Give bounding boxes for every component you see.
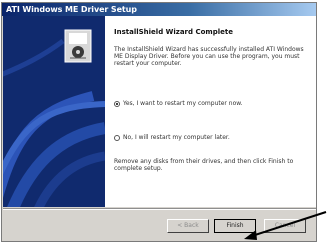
cancel-button[interactable]: Cancel: [264, 219, 306, 233]
wizard-message: The InstallShield Wizard has successfull…: [114, 46, 304, 67]
finish-button[interactable]: Finish: [214, 219, 256, 233]
restart-now-radio[interactable]: [114, 100, 120, 107]
installer-disk-icon: [64, 29, 92, 63]
wizard-heading: InstallShield Wizard Complete: [114, 28, 233, 36]
back-button[interactable]: < Back: [167, 219, 209, 233]
setup-window: ATI Windows ME Driver Setup InstallShiel…: [1, 2, 317, 242]
wizard-content: InstallShield Wizard Complete The Instal…: [105, 16, 316, 207]
wizard-side-panel: [3, 16, 105, 207]
restart-later-radio[interactable]: [114, 134, 120, 141]
title-bar: ATI Windows ME Driver Setup: [2, 3, 316, 16]
restart-later-label[interactable]: No, I will restart my computer later.: [123, 134, 230, 141]
restart-later-option[interactable]: No, I will restart my computer later.: [114, 134, 230, 141]
restart-now-option[interactable]: Yes, I want to restart my computer now.: [114, 100, 243, 107]
button-separator: [3, 208, 316, 210]
window-title: ATI Windows ME Driver Setup: [6, 5, 137, 14]
restart-now-label[interactable]: Yes, I want to restart my computer now.: [123, 100, 243, 107]
finish-note: Remove any disks from their drives, and …: [114, 158, 294, 172]
